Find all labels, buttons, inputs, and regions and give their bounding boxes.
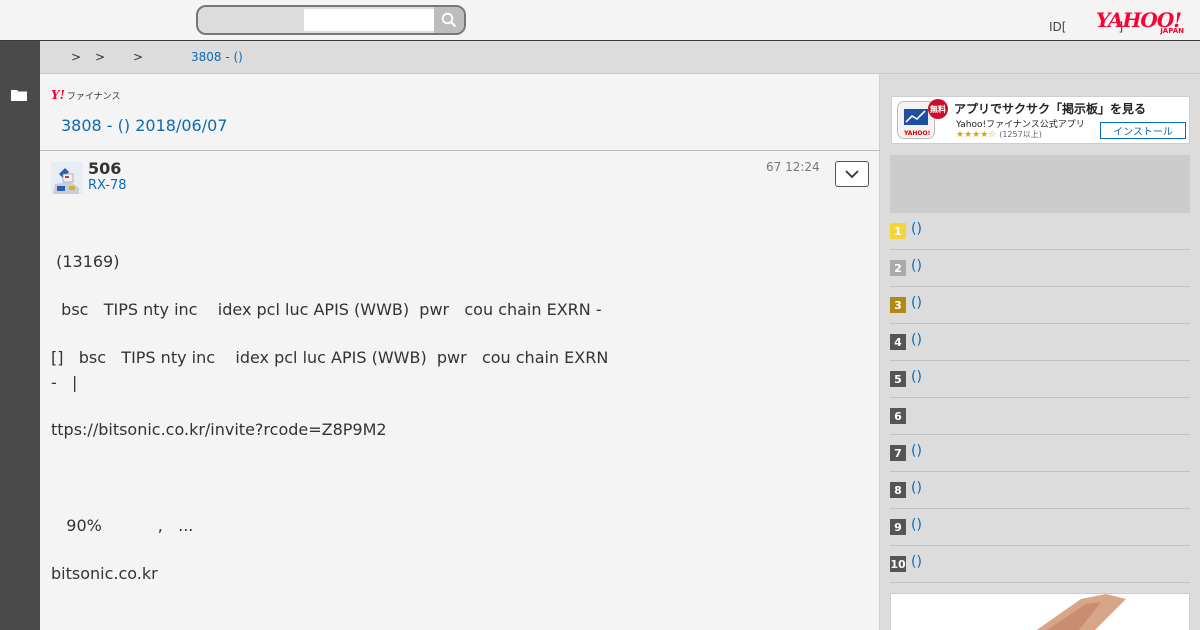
ranking-item: 5 (): [890, 361, 1190, 398]
free-badge: 無料: [928, 99, 948, 119]
rating-count: (1257以上): [999, 130, 1042, 139]
folder-icon[interactable]: [11, 89, 27, 101]
breadcrumb: > > > 3808 - (): [40, 41, 1200, 74]
rank-badge: 2: [890, 260, 906, 276]
post-timestamp: 67 12:24: [766, 160, 820, 174]
post-text-line: bsc TIPS nty inc idex pcl luc APIS (WWB)…: [51, 300, 602, 319]
right-sidebar: YAHOO! 無料 アプリでサクサク「掲示板」を見る Yahoo!ファイナンス公…: [880, 74, 1200, 630]
ranking-link[interactable]: (): [911, 332, 922, 348]
post-text-line: - |: [51, 373, 78, 392]
rank-badge: 9: [890, 519, 906, 535]
app-promo-banner[interactable]: YAHOO! 無料 アプリでサクサク「掲示板」を見る Yahoo!ファイナンス公…: [891, 96, 1190, 144]
poster-name-link[interactable]: RX-78: [88, 178, 127, 193]
search-box: [196, 5, 466, 35]
bottom-ad-image[interactable]: [890, 593, 1190, 630]
svg-text:YAHOO!: YAHOO!: [903, 130, 930, 137]
app-rating: ★★★★☆ (1257以上): [956, 129, 1042, 140]
post-menu-button[interactable]: [835, 161, 869, 187]
ranking-link[interactable]: (): [911, 258, 922, 274]
ranking-item: 1 (): [890, 213, 1190, 250]
breadcrumb-separator: >: [95, 50, 106, 64]
install-button[interactable]: インストール: [1100, 122, 1186, 139]
ranking-list: 1 () 2 () 3 () 4 () 5 () 6 7 () 8 () 9 () 10 (): [890, 213, 1190, 583]
rank-badge: 1: [890, 223, 906, 239]
star-rating-icon: ★★★★☆: [956, 130, 997, 140]
yahoo-japan-logo[interactable]: YAHOO! JAPAN: [1096, 10, 1188, 38]
post-text-line: [] bsc TIPS nty inc idex pcl luc APIS (W…: [51, 348, 609, 367]
finance-logo[interactable]: Y! ファイナンス: [51, 88, 120, 102]
ranking-item: 7 (): [890, 435, 1190, 472]
top-bar: ID[] YAHOO! JAPAN: [0, 0, 1200, 41]
left-sidebar: [0, 41, 40, 630]
ranking-item: 6: [890, 398, 1190, 435]
rank-badge: 6: [890, 408, 906, 424]
post-link-text: ttps://bitsonic.co.kr/invite?rcode=Z8P9M…: [51, 420, 387, 439]
post-number: 506: [88, 159, 122, 178]
divider: [40, 150, 880, 151]
search-icon: [441, 12, 457, 28]
rank-badge: 10: [890, 556, 906, 572]
ranking-link[interactable]: (): [911, 554, 922, 570]
chevron-down-icon: [845, 169, 859, 178]
avatar[interactable]: [51, 162, 83, 194]
post-text-line: 90% , ...: [51, 516, 194, 535]
post-text-line: (13169): [51, 252, 120, 271]
ranking-item: 8 (): [890, 472, 1190, 509]
ranking-item: 10 (): [890, 546, 1190, 583]
rank-badge: 8: [890, 482, 906, 498]
ranking-link[interactable]: (): [911, 517, 922, 533]
page-title[interactable]: 3808 - () 2018/06/07: [61, 116, 227, 135]
breadcrumb-separator: >: [71, 50, 82, 64]
rank-badge: 4: [890, 334, 906, 350]
ranking-item: 3 (): [890, 287, 1190, 324]
rank-badge: 3: [890, 297, 906, 313]
ranking-item: 2 (): [890, 250, 1190, 287]
rank-badge: 5: [890, 371, 906, 387]
search-button[interactable]: [434, 7, 464, 33]
ranking-link[interactable]: (): [911, 369, 922, 385]
breadcrumb-current-link[interactable]: 3808 - (): [191, 50, 243, 64]
ranking-link[interactable]: (): [911, 480, 922, 496]
ad-image-icon: [891, 594, 1189, 630]
ranking-link[interactable]: (): [911, 295, 922, 311]
gundam-avatar-icon: [51, 162, 83, 194]
breadcrumb-separator: >: [133, 50, 144, 64]
ranking-link[interactable]: (): [911, 221, 922, 237]
rank-badge: 7: [890, 445, 906, 461]
main-content: Y! ファイナンス 3808 - () 2018/06/07 506 RX-78…: [40, 74, 880, 630]
post-text-line: bitsonic.co.kr: [51, 564, 158, 583]
ranking-link[interactable]: (): [911, 443, 922, 459]
ranking-item: 9 (): [890, 509, 1190, 546]
ranking-item: 4 (): [890, 324, 1190, 361]
ad-placeholder[interactable]: [890, 155, 1190, 213]
app-promo-title: アプリでサクサク「掲示板」を見る: [954, 102, 1147, 116]
search-input[interactable]: [304, 9, 434, 31]
